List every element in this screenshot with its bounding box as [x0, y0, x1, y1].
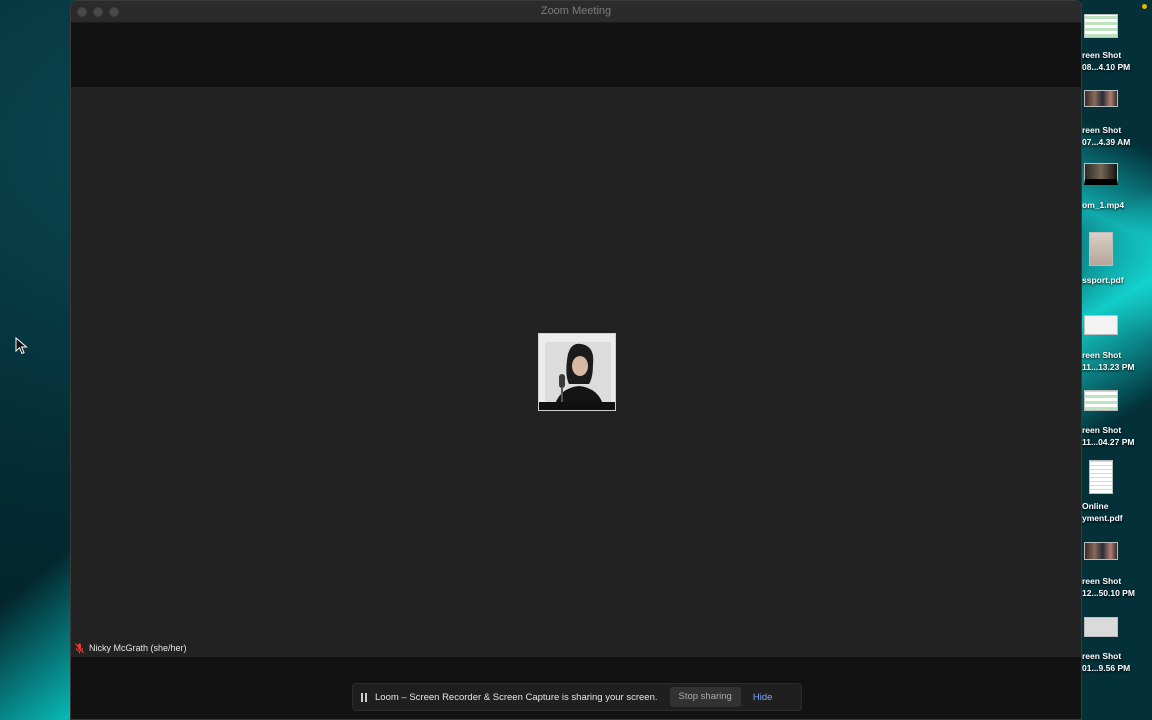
sharing-message: Loom – Screen Recorder & Screen Capture …: [375, 691, 658, 703]
file-thumbnail: [1089, 232, 1113, 266]
participant-name-label: Nicky McGrath (she/her): [75, 641, 187, 655]
file-name-line2: om_1.mp4: [1082, 200, 1125, 210]
desktop-file-icon[interactable]: om_1.mp4: [1082, 163, 1152, 238]
window-title: Zoom Meeting: [540, 5, 612, 17]
status-indicator: [1142, 4, 1147, 9]
bottom-control-area: Loom – Screen Recorder & Screen Capture …: [71, 657, 1081, 719]
file-thumbnail: [1084, 14, 1118, 38]
participant-avatar: [538, 333, 616, 411]
desktop-file-icon[interactable]: reen Shot 08...4.10 PM: [1082, 14, 1152, 89]
hide-button[interactable]: Hide: [753, 692, 773, 703]
file-name-line1: reen Shot: [1082, 350, 1122, 360]
window-titlebar[interactable]: Zoom Meeting: [71, 1, 1081, 23]
file-name-line2: 07...4.39 AM: [1082, 137, 1131, 147]
muted-mic-icon: [75, 642, 84, 653]
desktop-file-icon[interactable]: reen Shot 01...9.56 PM: [1082, 617, 1152, 692]
file-name-line2: yment.pdf: [1082, 513, 1123, 523]
mouse-cursor-icon: [15, 337, 28, 355]
desktop-file-icon[interactable]: Online yment.pdf: [1082, 460, 1152, 535]
file-name-line2: 01...9.56 PM: [1082, 663, 1131, 673]
file-thumbnail: [1089, 460, 1113, 494]
file-thumbnail: [1084, 542, 1118, 560]
file-name-line2: 12...50.10 PM: [1082, 588, 1135, 598]
stop-sharing-button[interactable]: Stop sharing: [669, 687, 741, 707]
meeting-video-area: Nicky McGrath (she/her): [71, 87, 1081, 657]
file-thumbnail: [1084, 390, 1118, 411]
desktop-file-icon[interactable]: reen Shot 12...50.10 PM: [1082, 542, 1152, 617]
file-name-line1: Online: [1082, 501, 1109, 511]
file-name-line2: 11...04.27 PM: [1082, 437, 1135, 447]
file-thumbnail: [1084, 617, 1118, 637]
file-name-line1: reen Shot: [1082, 576, 1122, 586]
screen-sharing-bar: Loom – Screen Recorder & Screen Capture …: [352, 683, 802, 711]
file-name-line1: reen Shot: [1082, 425, 1122, 435]
file-thumbnail: [1084, 315, 1118, 335]
desktop-file-icon[interactable]: ssport.pdf: [1082, 232, 1152, 307]
desktop-file-icon[interactable]: reen Shot 11...04.27 PM: [1082, 390, 1152, 465]
file-name-line1: reen Shot: [1082, 50, 1122, 60]
file-name-line2: ssport.pdf: [1082, 275, 1124, 285]
pause-icon[interactable]: [361, 692, 367, 702]
file-thumbnail: [1084, 90, 1118, 107]
participant-name: Nicky McGrath (she/her): [89, 643, 187, 653]
file-name-line1: reen Shot: [1082, 125, 1122, 135]
zoom-window: Zoom Meeting Nicky McGrath (she/her) Loo…: [70, 0, 1082, 720]
file-thumbnail: [1084, 163, 1118, 185]
desktop-file-icon[interactable]: reen Shot 11...13.23 PM: [1082, 315, 1152, 390]
file-name-line2: 11...13.23 PM: [1082, 362, 1135, 372]
top-toolbar-area: [71, 23, 1081, 87]
file-name-line1: reen Shot: [1082, 651, 1122, 661]
file-name-line2: 08...4.10 PM: [1082, 62, 1131, 72]
desktop-file-icon[interactable]: reen Shot 07...4.39 AM: [1082, 90, 1152, 165]
